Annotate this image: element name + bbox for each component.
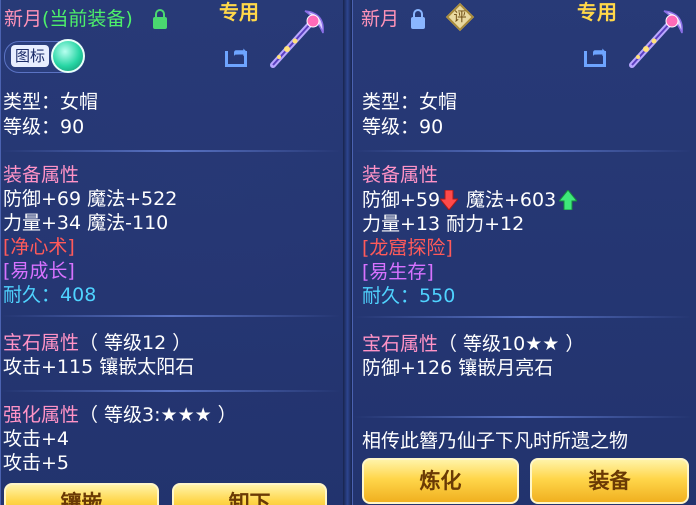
icon-toggle-label: 图标 — [11, 45, 50, 67]
enhance-header: 强化属性（ 等级3:★★★ ） — [3, 404, 237, 426]
rating-badge-icon[interactable]: 评 — [445, 2, 475, 32]
skill-2: [易生存] — [362, 261, 434, 283]
item-title: 新月 — [361, 8, 400, 30]
attr-header: 装备属性 — [3, 164, 80, 186]
gem-line-header: 宝石属性（ 等级10★★ ） — [362, 333, 585, 355]
divider-line — [1, 390, 341, 392]
durability-line: 耐久：408 — [3, 284, 97, 306]
divider-line — [1, 150, 341, 152]
lock-icon — [153, 9, 167, 29]
refine-button[interactable]: 炼化 — [362, 458, 519, 504]
gem-line-header: 宝石属性（ 等级12 ） — [3, 332, 192, 354]
divider-line — [354, 150, 692, 152]
level-line: 等级：90 — [362, 116, 444, 138]
skill-1: [龙窟探险] — [362, 237, 453, 259]
exclusive-label: 专用 — [219, 0, 259, 24]
arrow-up-icon — [559, 190, 577, 210]
remove-button[interactable]: 卸下 — [172, 483, 327, 505]
item-title: 新月(当前装备) — [4, 8, 133, 30]
exclusive-label: 专用 — [577, 0, 617, 24]
toggle-knob[interactable] — [51, 39, 85, 73]
panel-divider — [343, 0, 352, 505]
durability-line: 耐久：550 — [362, 285, 456, 307]
enhance-line-2: 攻击+5 — [3, 452, 70, 474]
enhance-line-1: 攻击+4 — [3, 428, 70, 450]
hairpin-weapon-icon — [270, 10, 324, 68]
share-icon[interactable]: ➦ — [584, 44, 612, 68]
gem-line: 防御+126 镶嵌月亮石 — [362, 357, 554, 379]
divider-line — [354, 316, 692, 318]
item-description: 相传此簪乃仙子下凡时所遗之物 — [362, 430, 629, 452]
inlay-button[interactable]: 镶嵌 — [4, 483, 159, 505]
divider-line — [1, 315, 341, 317]
lock-icon — [411, 9, 425, 29]
divider-line — [354, 416, 692, 418]
attr-header: 装备属性 — [362, 164, 439, 186]
attr-magic: 魔法+603 — [466, 189, 557, 211]
icon-toggle[interactable]: 图标 — [4, 39, 85, 73]
attr-line-1: 防御+69 魔法+522 — [3, 188, 178, 210]
attr-line-2: 力量+13 耐力+12 — [362, 213, 525, 235]
level-line: 等级：90 — [3, 116, 85, 138]
attr-def: 防御+59 — [362, 189, 441, 211]
hairpin-weapon-icon — [629, 10, 683, 68]
equip-button[interactable]: 装备 — [530, 458, 689, 504]
arrow-down-icon — [440, 190, 458, 210]
attr-line-2: 力量+34 魔法-110 — [3, 212, 169, 234]
share-icon[interactable]: ➦ — [225, 44, 253, 68]
current-equipment-panel: 新月(当前装备) 专用 图标 ➦ 类型：女帽 等级：90 装备属性 防御+69 … — [0, 0, 345, 505]
type-line: 类型：女帽 — [362, 91, 458, 113]
skill-1: [净心术] — [3, 236, 75, 258]
type-line: 类型：女帽 — [3, 91, 99, 113]
gem-line: 攻击+115 镶嵌太阳石 — [3, 356, 195, 378]
skill-2: [易成长] — [3, 260, 75, 282]
